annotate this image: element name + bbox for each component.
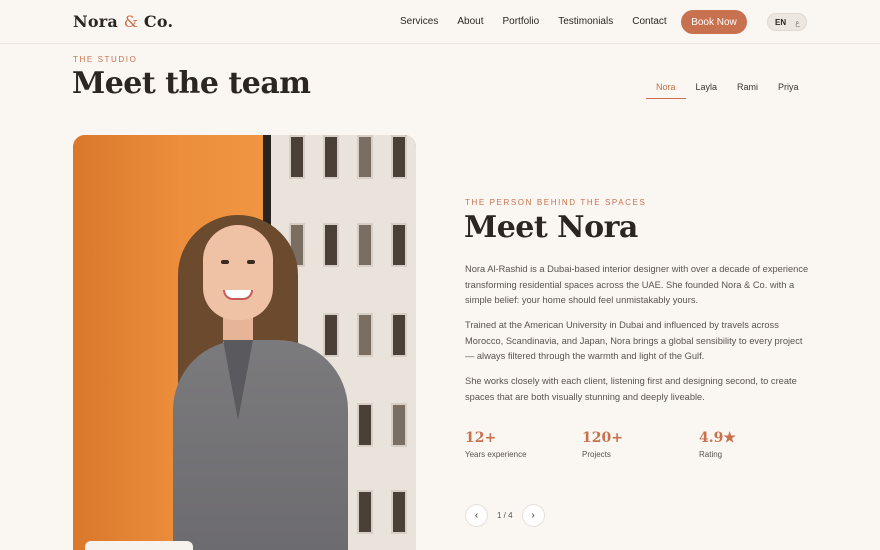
pager-count: 1 / 4 bbox=[497, 511, 513, 520]
lang-en-option[interactable]: EN bbox=[768, 18, 786, 27]
stat-value: 4.9★ bbox=[699, 430, 736, 446]
photo-window bbox=[391, 223, 407, 267]
stat-value: 120+ bbox=[582, 430, 623, 446]
brand-name-part2: Co. bbox=[143, 12, 174, 31]
lang-ar-option[interactable]: ع bbox=[795, 18, 800, 27]
team-tabs: Nora Layla Rami Priya bbox=[646, 82, 809, 99]
nav-link-portfolio[interactable]: Portfolio bbox=[503, 16, 540, 27]
next-member-button[interactable]: › bbox=[521, 504, 545, 527]
photo-window bbox=[357, 223, 373, 267]
stat-experience: 12+ Years experience bbox=[465, 430, 527, 459]
brand-ampersand: & bbox=[123, 12, 139, 31]
team-member-photo bbox=[73, 135, 416, 550]
photo-person-face bbox=[203, 225, 273, 320]
site-header: Nora & Co. Services About Portfolio Test… bbox=[0, 0, 880, 44]
language-toggle[interactable]: EN ع bbox=[767, 13, 807, 31]
photo-window bbox=[391, 135, 407, 179]
stat-projects: 120+ Projects bbox=[582, 430, 623, 459]
brand-logo[interactable]: Nora & Co. bbox=[73, 12, 173, 31]
team-pager: ‹ 1 / 4 › bbox=[465, 504, 545, 527]
stat-label: Rating bbox=[699, 450, 723, 459]
brand-name-part1: Nora bbox=[73, 12, 118, 31]
tab-priya[interactable]: Priya bbox=[768, 82, 809, 99]
photo-caption-card bbox=[85, 541, 193, 550]
photo-window bbox=[323, 223, 339, 267]
photo-window bbox=[323, 313, 339, 357]
main-nav: Services About Portfolio Testimonials Co… bbox=[400, 16, 686, 27]
nav-link-contact[interactable]: Contact bbox=[632, 16, 666, 27]
tab-rami[interactable]: Rami bbox=[727, 82, 768, 99]
photo-window bbox=[391, 313, 407, 357]
tab-layla[interactable]: Layla bbox=[686, 82, 728, 99]
photo-person-eye bbox=[221, 260, 229, 264]
section-title: Meet the team bbox=[72, 66, 311, 101]
profile-paragraph-3: She works closely with each client, list… bbox=[465, 376, 797, 402]
chevron-right-icon: › bbox=[531, 510, 535, 521]
profile-eyebrow: THE PERSON BEHIND THE SPACES bbox=[465, 198, 647, 207]
photo-window bbox=[391, 490, 407, 534]
profile-title: Meet Nora bbox=[464, 210, 638, 245]
photo-person-eye bbox=[247, 260, 255, 264]
photo-window bbox=[357, 490, 373, 534]
prev-member-button[interactable]: ‹ bbox=[465, 504, 488, 527]
stat-label: Years experience bbox=[465, 450, 527, 459]
photo-person-jacket bbox=[173, 340, 348, 550]
stat-value: 12+ bbox=[465, 430, 497, 446]
photo-window bbox=[391, 403, 407, 447]
chevron-left-icon: ‹ bbox=[474, 510, 479, 521]
section-eyebrow: THE STUDIO bbox=[73, 55, 138, 64]
tab-nora[interactable]: Nora bbox=[646, 82, 686, 99]
stat-rating: 4.9★ Rating bbox=[699, 430, 736, 459]
stat-label: Projects bbox=[582, 450, 611, 459]
nav-link-about[interactable]: About bbox=[457, 16, 483, 27]
photo-window bbox=[323, 135, 339, 179]
nav-link-services[interactable]: Services bbox=[400, 16, 438, 27]
profile-paragraph-1: Nora Al-Rashid is a Dubai-based interior… bbox=[465, 264, 809, 305]
book-now-button[interactable]: Book Now bbox=[681, 10, 747, 34]
photo-window bbox=[357, 313, 373, 357]
profile-paragraph-2: Trained at the American University in Du… bbox=[465, 320, 803, 361]
photo-window bbox=[357, 135, 373, 179]
nav-link-testimonials[interactable]: Testimonials bbox=[558, 16, 613, 27]
photo-window bbox=[289, 135, 305, 179]
photo-window bbox=[357, 403, 373, 447]
